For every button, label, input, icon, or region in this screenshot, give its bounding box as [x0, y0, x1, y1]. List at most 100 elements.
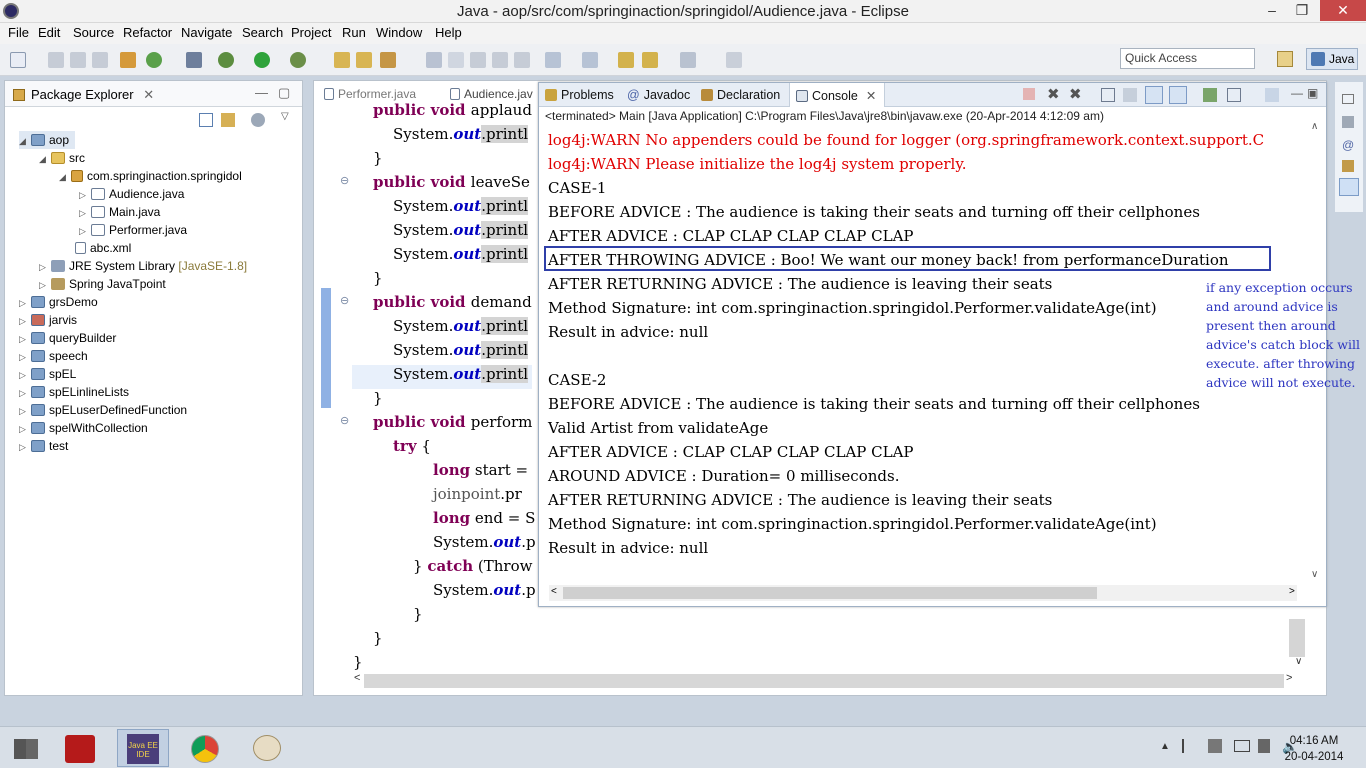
outline-icon[interactable]: [1342, 116, 1354, 128]
collapsed-arrow-icon[interactable]: ▷: [19, 330, 31, 348]
scroll-down-icon[interactable]: ∨: [1311, 569, 1318, 580]
signal-icon[interactable]: [1258, 739, 1270, 753]
collapsed-arrow-icon[interactable]: ▷: [19, 402, 31, 420]
scroll-lock-icon[interactable]: [1123, 88, 1137, 102]
save-all-icon[interactable]: [70, 52, 86, 68]
java-perspective-button[interactable]: Java: [1306, 48, 1358, 70]
collapsed-arrow-icon[interactable]: ▷: [79, 204, 91, 222]
tree-item-speech[interactable]: ▷ speech: [19, 347, 88, 365]
tree-item-abc-xml[interactable]: abc.xml: [75, 239, 131, 257]
declaration-icon[interactable]: [1342, 160, 1354, 172]
code-line[interactable]: public void leaveSe: [373, 173, 530, 191]
search-tool-icon[interactable]: [380, 52, 396, 68]
save-icon[interactable]: [48, 52, 64, 68]
vertical-scrollbar-thumb[interactable]: [1289, 619, 1305, 657]
code-line[interactable]: public void demand: [373, 293, 532, 311]
tree-item-src[interactable]: ◢ src: [39, 149, 85, 167]
maximize-view-icon[interactable]: ▣: [1307, 86, 1318, 100]
quick-access-input[interactable]: Quick Access: [1120, 48, 1255, 69]
collapsed-arrow-icon[interactable]: ▷: [19, 348, 31, 366]
menu-window[interactable]: Window: [376, 25, 422, 40]
tree-item-aop[interactable]: ◢ aop: [19, 131, 76, 149]
collapsed-arrow-icon[interactable]: ▷: [19, 312, 31, 330]
code-line[interactable]: }: [353, 653, 363, 671]
package-icon[interactable]: [120, 52, 136, 68]
tree-item-audience[interactable]: ▷ Audience.java: [79, 185, 184, 203]
pin-console-icon[interactable]: [1203, 88, 1217, 102]
scrollbar-thumb[interactable]: [563, 587, 1097, 599]
tab-declaration[interactable]: Declaration: [701, 88, 780, 102]
code-line[interactable]: System.out.printl: [393, 221, 529, 239]
pin-editor-icon[interactable]: [726, 52, 742, 68]
battery-icon[interactable]: [1234, 740, 1250, 752]
tree-item-package[interactable]: ◢ com.springinaction.springidol: [59, 167, 242, 185]
collapsed-arrow-icon[interactable]: ▷: [19, 420, 31, 438]
menu-refactor[interactable]: Refactor: [123, 25, 172, 40]
tree-item-main[interactable]: ▷ Main.java: [79, 203, 160, 221]
close-tab-icon[interactable]: ✕: [866, 89, 876, 103]
open-type-icon[interactable]: [334, 52, 350, 68]
start-button[interactable]: [0, 729, 52, 767]
show-whitespace-icon[interactable]: [470, 52, 486, 68]
code-line[interactable]: }: [373, 389, 383, 407]
scroll-left-icon[interactable]: <: [354, 672, 360, 684]
show-on-stderr-icon[interactable]: [1169, 86, 1187, 104]
code-line[interactable]: System.out.printl: [393, 317, 529, 335]
console-view-icon[interactable]: [1339, 178, 1359, 196]
code-line[interactable]: long end = S: [433, 509, 535, 527]
tree-item-performer[interactable]: ▷ Performer.java: [79, 221, 187, 239]
collapsed-arrow-icon[interactable]: ▷: [19, 438, 31, 456]
fold-icon[interactable]: ⊖: [340, 414, 349, 427]
forward-icon[interactable]: [680, 52, 696, 68]
annotation-icon[interactable]: [426, 52, 442, 68]
menu-project[interactable]: Project: [291, 25, 331, 40]
tab-javadoc[interactable]: @ Javadoc: [627, 88, 690, 102]
clear-console-icon[interactable]: [1101, 88, 1115, 102]
collapsed-arrow-icon[interactable]: ▷: [79, 186, 91, 204]
scroll-down-icon[interactable]: ∨: [1295, 656, 1302, 667]
tree-item-spelinlinelists[interactable]: ▷ spELinlineLists: [19, 383, 129, 401]
open-perspective-icon[interactable]: [1277, 51, 1293, 67]
fold-icon[interactable]: ⊖: [340, 174, 349, 187]
tab-performer-java[interactable]: Performer.java: [324, 87, 416, 101]
collapsed-arrow-icon[interactable]: ▷: [19, 294, 31, 312]
code-line[interactable]: long start =: [433, 461, 528, 479]
console-horizontal-scrollbar[interactable]: < >: [549, 585, 1297, 601]
focus-task-icon[interactable]: [251, 113, 265, 127]
highlight-icon[interactable]: [448, 52, 464, 68]
remove-all-icon[interactable]: ✖: [1069, 85, 1082, 103]
network-device-icon[interactable]: [1208, 739, 1222, 753]
code-line[interactable]: } catch (Throw: [413, 557, 532, 575]
minimize-button[interactable]: –: [1258, 0, 1286, 21]
close-view-icon[interactable]: ✕: [143, 87, 154, 102]
code-line[interactable]: try {: [393, 437, 431, 455]
menu-help[interactable]: Help: [435, 25, 462, 40]
block-selection-icon[interactable]: [492, 52, 508, 68]
code-line[interactable]: System.out.printl: [393, 197, 529, 215]
close-button[interactable]: ✕: [1320, 0, 1366, 21]
display-console-icon[interactable]: [1227, 88, 1241, 102]
view-menu-icon[interactable]: ▽: [281, 111, 289, 122]
restore-icon[interactable]: [1342, 94, 1354, 104]
code-line[interactable]: public void perform: [373, 413, 532, 431]
tree-item-spel[interactable]: ▷ spEL: [19, 365, 76, 383]
menu-source[interactable]: Source: [73, 25, 114, 40]
minimize-view-icon[interactable]: —: [255, 85, 268, 100]
expanded-arrow-icon[interactable]: ◢: [39, 150, 51, 168]
open-resource-icon[interactable]: [356, 52, 372, 68]
collapsed-arrow-icon[interactable]: ▷: [19, 366, 31, 384]
code-line[interactable]: public void applaud: [373, 101, 532, 119]
menu-file[interactable]: File: [8, 25, 29, 40]
word-wrap-icon[interactable]: [514, 52, 530, 68]
refresh-icon[interactable]: [146, 52, 162, 68]
taskbar-acrobat[interactable]: [55, 729, 107, 767]
scroll-left-icon[interactable]: <: [551, 586, 557, 597]
remove-launch-icon[interactable]: ✖: [1047, 85, 1060, 103]
fold-icon[interactable]: ⊖: [340, 294, 349, 307]
taskbar-paint[interactable]: [241, 729, 293, 767]
scroll-up-icon[interactable]: ∧: [1311, 121, 1318, 132]
next-annotation-icon[interactable]: [545, 52, 561, 68]
collapsed-arrow-icon[interactable]: ▷: [39, 258, 51, 276]
expanded-arrow-icon[interactable]: ◢: [59, 168, 71, 186]
code-line[interactable]: System.out.p: [433, 581, 536, 599]
